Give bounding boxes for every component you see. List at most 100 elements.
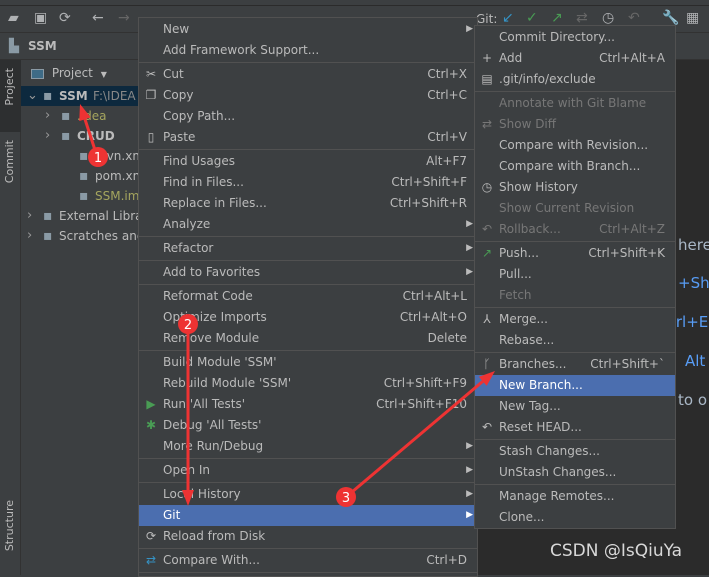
project-tool-tab[interactable]: Project [3,68,16,106]
back-arrow-icon[interactable]: ← [92,10,104,26]
menu-item-optimize-imports[interactable]: Optimize Imports Ctrl+Alt+O [139,307,477,328]
menu-item-merge[interactable]: ⅄ Merge... [475,309,675,330]
menu-item-cut[interactable]: ✂ Cut Ctrl+X [139,64,477,85]
menu-item-label: Add to Favorites [163,265,261,279]
menu-item-reformat-code[interactable]: Reformat Code Ctrl+Alt+L [139,286,477,307]
menu-item-compare-with-revision[interactable]: Compare with Revision... [475,135,675,156]
tree-item[interactable]: › ▪ Scratches and Consoles [21,226,141,246]
menu-separator [475,439,675,440]
tree-item-label: .idea [77,109,107,123]
sync-icon[interactable]: ⟳ [59,10,71,26]
menu-item-label: Show Diff [499,117,557,131]
tree-item[interactable]: › ▪ .idea [21,106,141,126]
project-structure-icon[interactable]: ▦ [686,10,699,26]
menu-item-shortcut: Ctrl+Alt+Z [599,222,665,236]
tree-item[interactable]: ▪ pom.xml [21,166,141,186]
chevron-down-icon[interactable]: ⌄ [27,86,38,106]
menu-item-shortcut: Ctrl+Shift+K [588,246,665,260]
menu-item-git[interactable]: Git ▶ [139,505,477,526]
git-rollback-icon[interactable]: ↶ [628,10,640,26]
menu-item-show-history[interactable]: ◷ Show History [475,177,675,198]
editor-text-fragment: +Shi [678,274,709,292]
commit-tool-tab[interactable]: Commit [3,140,16,183]
save-icon[interactable]: ▣ [34,10,47,26]
menu-item-label: New Branch... [499,378,583,392]
menu-item-clone[interactable]: Clone... [475,507,675,528]
tree-item[interactable]: › ▪ CRUD [21,126,141,146]
menu-item-reset-head[interactable]: ↶ Reset HEAD... [475,417,675,438]
menu-item-find-usages[interactable]: Find Usages Alt+F7 [139,151,477,172]
menu-item-compare-with-branch[interactable]: Compare with Branch... [475,156,675,177]
menu-item-shortcut: Ctrl+D [426,553,467,567]
chevron-right-icon[interactable]: › [27,206,32,226]
menu-item-add-framework-support[interactable]: Add Framework Support... [139,40,477,61]
structure-tool-tab[interactable]: Structure [3,500,16,551]
chevron-right-icon[interactable]: › [45,126,50,146]
menu-item-push[interactable]: ↗ Push... Ctrl+Shift+K [475,243,675,264]
menu-item-reload-from-disk[interactable]: ⟳ Reload from Disk [139,526,477,547]
chevron-right-icon[interactable]: › [45,106,50,126]
menu-separator [475,241,675,242]
menu-separator [139,284,477,285]
menu-item-label: Show Current Revision [499,201,635,215]
editor-text-fragment: to o [678,391,708,409]
tree-item[interactable]: › ▪ External Libraries [21,206,141,226]
settings-wrench-icon[interactable]: 🔧 [662,10,679,26]
menu-item-unstash-changes[interactable]: UnStash Changes... [475,462,675,483]
menu-item-refactor[interactable]: Refactor ▶ [139,238,477,259]
menu-item-debug-all-tests[interactable]: ✱ Debug 'All Tests' [139,415,477,436]
menu-item-analyze[interactable]: Analyze ▶ [139,214,477,235]
menu-item-new-branch[interactable]: New Branch... [475,375,675,396]
tree-item[interactable]: ⌄ ▪ SSM F:\IDEA [21,86,141,106]
menu-item-label: Manage Remotes... [499,489,615,503]
git-push-icon[interactable]: ↗ [551,10,563,26]
menu-item-compare-with[interactable]: ⇄ Compare With... Ctrl+D [139,550,477,571]
menu-item-more-run-debug[interactable]: More Run/Debug ▶ [139,436,477,457]
menu-item-branches[interactable]: ᚴ Branches... Ctrl+Shift+` [475,354,675,375]
menu-item-git-info-exclude[interactable]: ▤ .git/info/exclude [475,69,675,90]
tree-item-label: SSM [59,89,88,103]
menu-item-new-tag[interactable]: New Tag... [475,396,675,417]
menu-item-find-in-files[interactable]: Find in Files... Ctrl+Shift+F [139,172,477,193]
menu-item-open-in[interactable]: Open In ▶ [139,460,477,481]
menu-item-add[interactable]: + Add Ctrl+Alt+A [475,48,675,69]
menu-item-label: Open In [163,463,211,477]
menu-item-rebuild-module-ssm[interactable]: Rebuild Module 'SSM' Ctrl+Shift+F9 [139,373,477,394]
git-compare-icon[interactable]: ⇄ [576,10,588,26]
menu-item-stash-changes[interactable]: Stash Changes... [475,441,675,462]
menu-item-paste[interactable]: ▯ Paste Ctrl+V [139,127,477,148]
git-history-icon[interactable]: ◷ [602,10,614,26]
menu-item-label: Find in Files... [163,175,244,189]
menu-item-copy[interactable]: ❐ Copy Ctrl+C [139,85,477,106]
open-folder-icon[interactable]: ▰ [8,10,19,26]
git-commit-icon[interactable]: ✓ [526,10,538,26]
git-update-icon[interactable]: ↙ [502,10,514,26]
chevron-right-icon[interactable]: › [27,226,32,246]
menu-item-replace-in-files[interactable]: Replace in Files... Ctrl+Shift+R [139,193,477,214]
menu-item-shortcut: Ctrl+Alt+L [402,289,467,303]
menu-item-shortcut: Ctrl+V [427,130,467,144]
menu-separator [139,350,477,351]
breadcrumb-project[interactable]: SSM [28,39,57,53]
menu-item-new[interactable]: New ▶ [139,19,477,40]
menu-item-remove-module[interactable]: Remove Module Delete [139,328,477,349]
forward-arrow-icon[interactable]: → [118,10,130,26]
menu-separator [475,352,675,353]
menu-item-copy-path[interactable]: Copy Path... [139,106,477,127]
menu-item-pull[interactable]: Pull... [475,264,675,285]
tree-item[interactable]: ▪ mvn.xml [21,146,141,166]
menu-item-label: Reload from Disk [163,529,266,543]
tree-item[interactable]: ▪ SSM.iml [21,186,141,206]
menu-item-build-module-ssm[interactable]: Build Module 'SSM' [139,352,477,373]
menu-item-add-to-favorites[interactable]: Add to Favorites ▶ [139,262,477,283]
menu-item-rollback: ↶ Rollback... Ctrl+Alt+Z [475,219,675,240]
menu-item-label: Build Module 'SSM' [163,355,277,369]
menu-item-shortcut: Delete [427,331,467,345]
menu-item-rebase[interactable]: Rebase... [475,330,675,351]
project-view-selector[interactable]: Project ▼ [31,64,107,82]
menu-item-local-history[interactable]: Local History ▶ [139,484,477,505]
menu-item-commit-directory[interactable]: Commit Directory... [475,27,675,48]
menu-item-run-all-tests[interactable]: ▶ Run 'All Tests' Ctrl+Shift+F10 [139,394,477,415]
menu-item-manage-remotes[interactable]: Manage Remotes... [475,486,675,507]
menu-item-label: Find Usages [163,154,236,168]
